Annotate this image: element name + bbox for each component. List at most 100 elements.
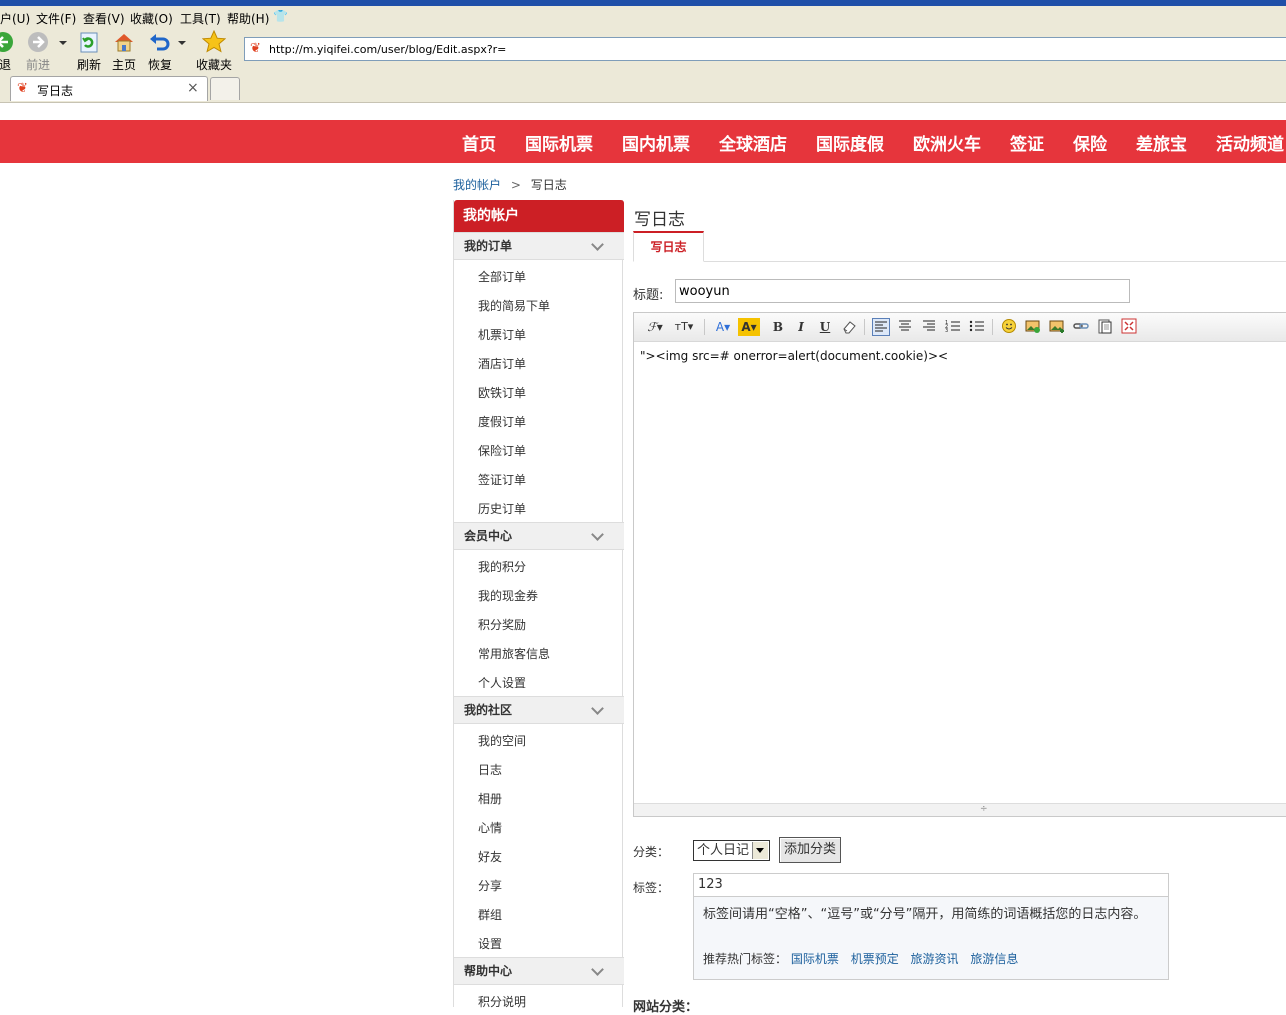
home-icon [112,30,136,54]
address-url: http://m.yiqifei.com/user/blog/Edit.aspx… [269,43,507,56]
category-selected-value: 个人日记 [697,843,750,858]
chevron-down-icon [591,238,604,251]
favorites-button[interactable]: 收藏夹 [195,29,233,73]
sidebar-item-rewards[interactable]: 积分奖励 [478,616,526,633]
nav-travel-biz[interactable]: 差旅宝 [1136,130,1187,155]
back-button[interactable]: 退 [0,30,16,73]
nav-home[interactable]: 首页 [462,130,496,155]
title-input[interactable]: wooyun [675,279,1130,303]
refresh-button[interactable]: 刷新 [76,30,102,73]
sidebar-section-orders[interactable]: 我的订单 [454,232,624,260]
editor-content[interactable]: "><img src=# onerror=alert(document.cook… [640,349,948,363]
unordered-list-icon[interactable] [968,318,986,336]
menu-view[interactable]: 查看(V) [83,10,125,27]
ordered-list-icon[interactable]: 123 [944,318,962,336]
sidebar-item-all-orders[interactable]: 全部订单 [478,268,526,285]
nav-vacations[interactable]: 国际度假 [816,130,884,155]
category-label: 分类： [633,845,670,859]
nav-hotels[interactable]: 全球酒店 [719,130,787,155]
sidebar-section-help[interactable]: 帮助中心 [454,957,624,985]
fullscreen-icon[interactable] [1120,318,1138,336]
hot-tag-link[interactable]: 国际机票 [791,952,839,966]
font-size-icon[interactable]: ᴛT▾ [672,318,696,336]
insert-gallery-icon[interactable] [1048,318,1066,336]
chevron-down-icon [591,702,604,715]
hot-tag-link[interactable]: 旅游资讯 [911,952,959,966]
editor-resize-handle[interactable]: ÷ [634,803,1286,816]
tab-divider [633,261,1286,262]
italic-icon[interactable]: I [792,318,810,336]
sidebar-section-community[interactable]: 我的社区 [454,696,624,724]
nav-insurance[interactable]: 保险 [1073,130,1107,155]
nav-activities[interactable]: 活动频道 [1216,130,1284,155]
rich-text-editor[interactable]: ℱ▾ ᴛT▾ A▾ A▾ B I U 123 "><img src=# oner… [633,312,1286,817]
sidebar-item-my-space[interactable]: 我的空间 [478,732,526,749]
nav-domestic-flights[interactable]: 国内机票 [622,130,690,155]
sidebar-item-hotel-orders[interactable]: 酒店订单 [478,355,526,372]
sidebar-item-mood[interactable]: 心情 [478,819,502,836]
menu-file[interactable]: 文件(F) [36,10,76,27]
browser-tab-active[interactable]: ❦ 写日志 × [10,76,208,101]
font-color-icon[interactable]: A▾ [712,318,734,336]
menu-favorites[interactable]: 收藏(O) [130,10,173,27]
insert-image-icon[interactable] [1024,318,1042,336]
sidebar-item-rail-orders[interactable]: 欧铁订单 [478,384,526,401]
forward-button[interactable]: 前进 [24,30,52,73]
sidebar-item-coupons[interactable]: 我的现金券 [478,587,538,604]
tab-close-icon[interactable]: × [187,80,199,96]
restore-button[interactable]: 恢复 [147,30,173,73]
menu-help[interactable]: 帮助(H) [227,10,269,27]
nav-euro-rail[interactable]: 欧洲火车 [913,130,981,155]
sidebar-item-vacation-orders[interactable]: 度假订单 [478,413,526,430]
menu-bar: 户(U) 文件(F) 查看(V) 收藏(O) 工具(T) 帮助(H) 👕 [0,6,1286,28]
insert-link-icon[interactable] [1072,318,1090,336]
new-tab-button[interactable] [210,77,240,100]
menu-tools[interactable]: 工具(T) [180,10,221,27]
category-select[interactable]: 个人日记 [693,840,770,861]
forward-dropdown-icon[interactable] [59,41,67,45]
menu-user[interactable]: 户(U) [0,10,30,27]
align-center-icon[interactable] [896,318,914,336]
sidebar-section-member[interactable]: 会员中心 [454,522,624,550]
sidebar-item-settings[interactable]: 个人设置 [478,674,526,691]
add-category-button[interactable]: 添加分类 [779,837,841,863]
sidebar-item-community-settings[interactable]: 设置 [478,935,502,952]
sidebar-item-visa-orders[interactable]: 签证订单 [478,471,526,488]
tab-write-blog[interactable]: 写日志 [633,231,704,262]
paste-icon[interactable] [1096,318,1114,336]
address-bar[interactable]: ❦ http://m.yiqifei.com/user/blog/Edit.as… [244,37,1286,61]
sidebar-item-points[interactable]: 我的积分 [478,558,526,575]
sidebar-item-flight-orders[interactable]: 机票订单 [478,326,526,343]
toolbar-separator [992,319,993,335]
align-left-icon[interactable] [872,318,890,336]
hot-tag-link[interactable]: 旅游信息 [970,952,1018,966]
sidebar-item-simple-order[interactable]: 我的简易下单 [478,297,550,314]
sidebar-item-insurance-orders[interactable]: 保险订单 [478,442,526,459]
sidebar-item-travelers[interactable]: 常用旅客信息 [478,645,550,662]
sidebar-item-points-help[interactable]: 积分说明 [478,993,526,1010]
home-button[interactable]: 主页 [111,30,137,73]
sidebar-item-album[interactable]: 相册 [478,790,502,807]
sidebar-item-share[interactable]: 分享 [478,877,502,894]
align-right-icon[interactable] [920,318,938,336]
nav-visa[interactable]: 签证 [1010,130,1044,155]
eraser-icon[interactable] [840,318,858,336]
nav-intl-flights[interactable]: 国际机票 [525,130,593,155]
sidebar-item-groups[interactable]: 群组 [478,906,502,923]
resize-grip-icon: ÷ [980,804,988,814]
font-family-icon[interactable]: ℱ▾ [644,318,666,336]
back-arrow-icon [0,30,18,54]
shirt-icon[interactable]: 👕 [273,9,288,23]
bold-icon[interactable]: B [769,318,787,336]
highlight-color-icon[interactable]: A▾ [738,318,760,336]
refresh-icon [77,30,101,54]
emoticon-icon[interactable] [1000,318,1018,336]
tags-input[interactable]: 123 [694,874,1168,897]
sidebar-item-friends[interactable]: 好友 [478,848,502,865]
sidebar-item-history-orders[interactable]: 历史订单 [478,500,526,517]
sidebar-item-blog[interactable]: 日志 [478,761,502,778]
underline-icon[interactable]: U [816,318,834,336]
breadcrumb-account-link[interactable]: 我的帐户 [453,178,501,192]
restore-dropdown-icon[interactable] [178,41,186,45]
hot-tag-link[interactable]: 机票预定 [851,952,899,966]
